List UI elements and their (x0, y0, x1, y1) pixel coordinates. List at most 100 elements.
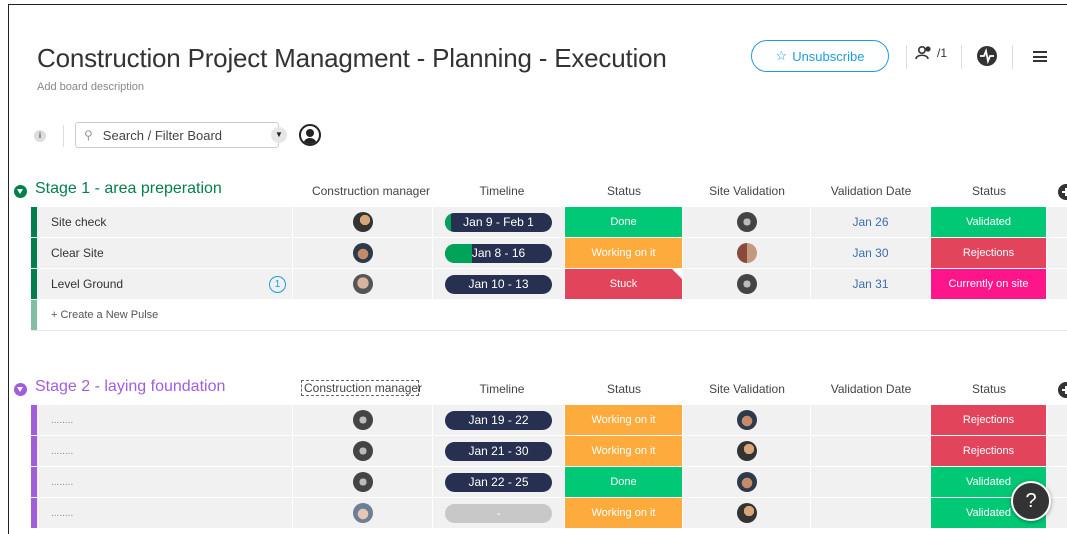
table-row[interactable]: ........ Jan 21 - 30 Working on it Rejec… (31, 436, 1067, 467)
table-row[interactable]: Level Ground 1 Jan 10 - 13 Stuck Jan 31 … (31, 269, 1067, 300)
group-stage-2: Stage 2 - laying foundation Construction… (9, 378, 1067, 529)
status-cell[interactable]: Done (565, 467, 683, 497)
column-header-manager[interactable]: Construction manager (301, 184, 441, 198)
status-cell[interactable]: Working on it (565, 238, 683, 268)
timeline-cell[interactable]: Jan 10 - 13 (433, 269, 565, 299)
timeline-cell[interactable]: Jan 9 - Feb 1 (433, 207, 565, 237)
hamburger-menu-icon[interactable] (1033, 51, 1047, 62)
status-label: Rejections (931, 238, 1046, 268)
manager-cell[interactable] (293, 436, 433, 466)
manager-cell[interactable] (293, 467, 433, 497)
column-header-validation-date[interactable]: Validation Date (811, 184, 931, 198)
status2-cell[interactable]: Validated (931, 207, 1047, 237)
help-button[interactable]: ? (1011, 481, 1051, 521)
validation-date-cell[interactable]: Jan 26 (811, 207, 931, 237)
table-row[interactable]: ........ - Working on it Validated (31, 498, 1067, 529)
add-column-icon[interactable] (1058, 184, 1067, 200)
add-column-icon[interactable] (1058, 382, 1067, 398)
search-input[interactable]: ⚲ Search / Filter Board (75, 122, 279, 148)
pulse-name[interactable]: Site check (37, 207, 293, 237)
column-header-site-validation[interactable]: Site Validation (683, 184, 811, 198)
status-cell[interactable]: Working on it (565, 498, 683, 528)
info-icon[interactable]: i (34, 130, 46, 142)
manager-cell[interactable] (293, 405, 433, 435)
group-title[interactable]: Stage 1 - area preperation (35, 180, 222, 198)
site-validation-cell[interactable] (683, 467, 811, 497)
group-header: Stage 1 - area preperation Construction … (9, 180, 1067, 204)
site-validation-cell[interactable] (683, 269, 811, 299)
header-divider (906, 45, 907, 69)
pulse-name[interactable]: ........ (37, 436, 293, 466)
group-header: Stage 2 - laying foundation Construction… (9, 378, 1067, 402)
manager-cell[interactable] (293, 238, 433, 268)
site-validation-cell[interactable] (683, 238, 811, 268)
table-row[interactable]: Site check Jan 9 - Feb 1 Done Jan 26 Val… (31, 207, 1067, 238)
timeline-bar: Jan 8 - 16 (445, 243, 552, 263)
validation-date-cell[interactable] (811, 498, 931, 528)
updates-count-badge[interactable]: 1 (269, 276, 286, 293)
column-header-validation-date[interactable]: Validation Date (811, 382, 931, 396)
pulse-name[interactable]: ........ (37, 498, 293, 528)
status2-cell[interactable]: Rejections (931, 436, 1047, 466)
table-row[interactable]: ........ Jan 19 - 22 Working on it Rejec… (31, 405, 1067, 436)
column-header-manager[interactable]: Construction manager (301, 380, 422, 396)
status-label: Working on it (565, 238, 682, 268)
site-validation-cell[interactable] (683, 207, 811, 237)
collapse-group-icon[interactable] (14, 383, 27, 396)
status-label: Validated (931, 207, 1046, 237)
timeline-cell[interactable]: - (433, 498, 565, 528)
timeline-cell[interactable]: Jan 19 - 22 (433, 405, 565, 435)
site-validation-cell[interactable] (683, 436, 811, 466)
avatar (736, 212, 757, 232)
validation-date-cell[interactable]: Jan 30 (811, 238, 931, 268)
status-cell[interactable]: Working on it (565, 405, 683, 435)
board-title[interactable]: Construction Project Managment - Plannin… (37, 43, 667, 74)
person-filter-icon[interactable] (299, 124, 321, 146)
status-cell[interactable]: Done (565, 207, 683, 237)
manager-cell[interactable] (293, 207, 433, 237)
column-header-timeline[interactable]: Timeline (441, 382, 563, 396)
validation-date-cell[interactable] (811, 467, 931, 497)
filter-dropdown-icon[interactable]: ▼ (271, 127, 287, 143)
manager-cell[interactable] (293, 269, 433, 299)
status-cell[interactable]: Working on it (565, 436, 683, 466)
search-placeholder: Search / Filter Board (102, 127, 223, 143)
pulse-name[interactable]: ........ (37, 405, 293, 435)
table-row[interactable]: Clear Site Jan 8 - 16 Working on it Jan … (31, 238, 1067, 269)
pulse-name[interactable]: ........ (37, 467, 293, 497)
table-row[interactable]: ........ Jan 22 - 25 Done Validated (31, 467, 1067, 498)
timeline-bar: Jan 9 - Feb 1 (445, 212, 552, 232)
avatar (352, 212, 373, 232)
collapse-group-icon[interactable] (14, 185, 27, 198)
avatar (736, 472, 757, 492)
group-title[interactable]: Stage 2 - laying foundation (35, 378, 225, 396)
timeline-bar: Jan 10 - 13 (445, 274, 552, 294)
create-pulse-row[interactable]: + Create a New Pulse (31, 300, 1067, 331)
column-header-status[interactable]: Status (565, 382, 683, 396)
column-header-status-2[interactable]: Status (931, 184, 1047, 198)
pulse-name[interactable]: Level Ground (37, 269, 293, 299)
site-validation-cell[interactable] (683, 498, 811, 528)
timeline-cell[interactable]: Jan 21 - 30 (433, 436, 565, 466)
validation-date-cell[interactable] (811, 405, 931, 435)
validation-date-cell[interactable] (811, 436, 931, 466)
activity-icon[interactable] (977, 46, 997, 66)
column-header-status[interactable]: Status (565, 184, 683, 198)
status2-cell[interactable]: Rejections (931, 405, 1047, 435)
column-header-timeline[interactable]: Timeline (441, 184, 563, 198)
site-validation-cell[interactable] (683, 405, 811, 435)
manager-cell[interactable] (293, 498, 433, 528)
column-header-site-validation[interactable]: Site Validation (683, 382, 811, 396)
status2-cell[interactable]: Currently on site (931, 269, 1047, 299)
status-label: Done (565, 467, 682, 497)
column-header-status-2[interactable]: Status (931, 382, 1047, 396)
board-description[interactable]: Add board description (37, 81, 144, 93)
status-cell[interactable]: Stuck (565, 269, 683, 299)
timeline-cell[interactable]: Jan 8 - 16 (433, 238, 565, 268)
members-button[interactable]: /1 (915, 45, 947, 61)
pulse-name[interactable]: Clear Site (37, 238, 293, 268)
status2-cell[interactable]: Rejections (931, 238, 1047, 268)
unsubscribe-button[interactable]: ☆ Unsubscribe (751, 40, 889, 72)
timeline-cell[interactable]: Jan 22 - 25 (433, 467, 565, 497)
validation-date-cell[interactable]: Jan 31 (811, 269, 931, 299)
